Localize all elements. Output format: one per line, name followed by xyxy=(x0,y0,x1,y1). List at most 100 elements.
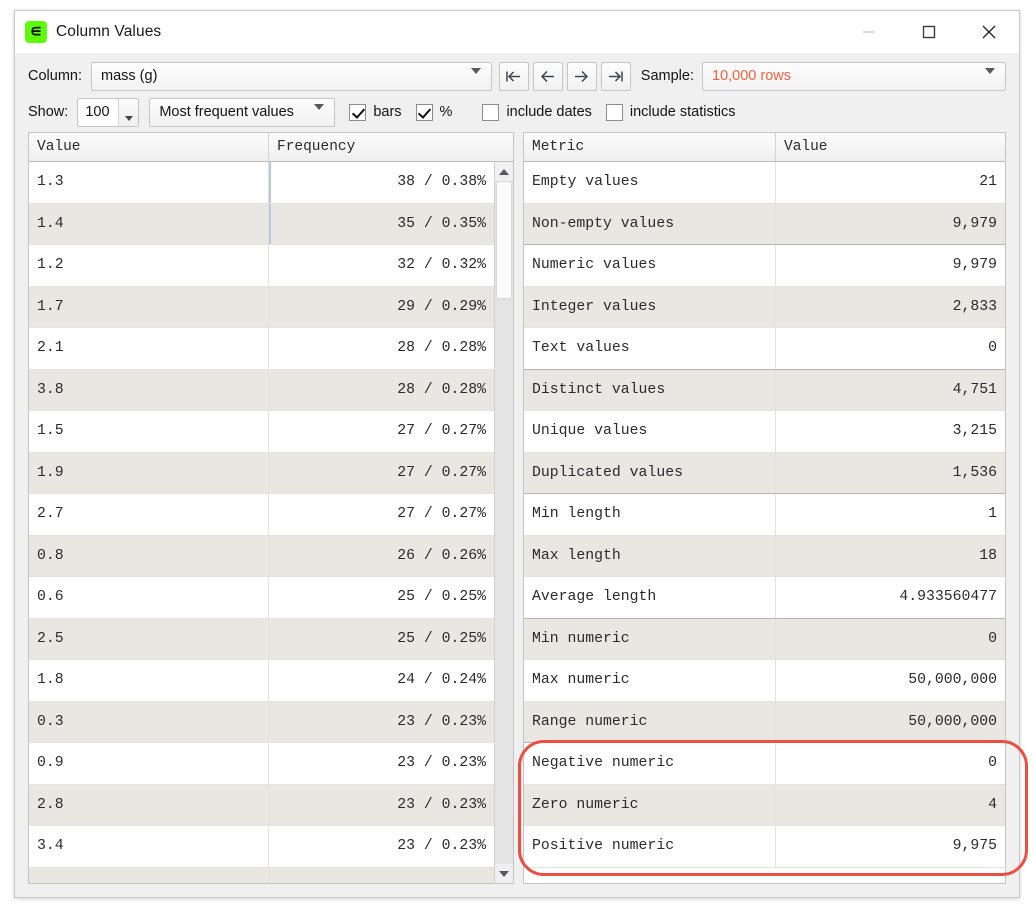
cell-metric-value: 4,751 xyxy=(775,369,1005,410)
table-row[interactable]: 3.4 23 / 0.23% xyxy=(29,826,494,868)
go-to-last-button[interactable] xyxy=(600,61,631,91)
table-row[interactable]: Negative numeric 0 xyxy=(524,743,1005,785)
maximize-button[interactable] xyxy=(899,11,959,53)
cell-metric-value: 2,833 xyxy=(775,286,1005,327)
cell-metric: Max length xyxy=(532,547,621,564)
cell-frequency: 28 / 0.28% xyxy=(268,328,494,369)
table-row[interactable]: 1.2 32 / 0.32% xyxy=(29,245,494,287)
cell-frequency-text: 25 / 0.25% xyxy=(397,589,486,606)
cell-frequency: 23 / 0.23% xyxy=(268,784,494,825)
table-row[interactable]: Numeric values 9,979 xyxy=(524,245,1005,287)
scrollbar-track[interactable] xyxy=(495,181,513,864)
table-row[interactable]: 2.8 23 / 0.23% xyxy=(29,784,494,826)
window-title-bar: ∊ Column Values xyxy=(15,11,1019,53)
include-dates-checkbox[interactable]: include dates xyxy=(482,103,592,121)
metrics-header-metric[interactable]: Metric xyxy=(524,133,775,161)
table-row[interactable]: 0.3 23 / 0.23% xyxy=(29,701,494,743)
table-row[interactable]: Duplicated values 1,536 xyxy=(524,452,1005,494)
table-row[interactable]: 1.8 24 / 0.24% xyxy=(29,660,494,702)
table-row[interactable]: 1.9 27 / 0.27% xyxy=(29,452,494,494)
values-table-body: 1.3 38 / 0.38% 1.4 35 / 0.35% 1.2 32 / 0.32% 1… xyxy=(29,162,494,883)
table-row[interactable]: Max length 18 xyxy=(524,535,1005,577)
cell-frequency: 24 / 0.24% xyxy=(268,660,494,701)
window-controls xyxy=(839,11,1019,53)
table-row[interactable]: 1.3 38 / 0.38% xyxy=(29,162,494,204)
table-row[interactable]: 2.1 28 / 0.28% xyxy=(29,328,494,370)
values-header-value[interactable]: Value xyxy=(29,133,268,161)
show-count-input[interactable]: 100 xyxy=(78,99,118,126)
cell-metric: Zero numeric xyxy=(532,796,639,813)
column-select[interactable]: mass (g) xyxy=(91,61,492,91)
scroll-up-button[interactable] xyxy=(495,162,513,181)
cell-frequency: 28 / 0.28% xyxy=(268,369,494,410)
table-row[interactable]: 1.7 29 / 0.29% xyxy=(29,286,494,328)
app-icon-glyph: ∊ xyxy=(29,21,43,42)
values-table-scrollbar[interactable] xyxy=(494,162,513,883)
table-row[interactable] xyxy=(29,867,494,884)
cell-metric: Positive numeric xyxy=(532,838,675,855)
table-row[interactable]: 2.5 25 / 0.25% xyxy=(29,618,494,660)
table-row[interactable]: Average length 4.933560477 xyxy=(524,577,1005,619)
scroll-up-icon xyxy=(499,168,509,175)
bars-checkbox[interactable]: bars xyxy=(349,103,402,121)
cell-metric: Text values xyxy=(532,340,630,357)
close-button[interactable] xyxy=(959,11,1019,53)
cell-frequency-text: 25 / 0.25% xyxy=(397,630,486,647)
table-row[interactable]: Empty values 21 xyxy=(524,162,1005,204)
cell-value: 1.4 xyxy=(37,215,64,232)
cell-frequency: 25 / 0.25% xyxy=(268,577,494,618)
table-row[interactable]: Unique values 3,215 xyxy=(524,411,1005,453)
go-to-next-button[interactable] xyxy=(566,61,597,91)
values-header-frequency[interactable]: Frequency xyxy=(268,133,494,161)
include-statistics-checkbox[interactable]: include statistics xyxy=(605,103,735,121)
scroll-down-icon xyxy=(499,870,509,877)
table-row[interactable]: 1.5 27 / 0.27% xyxy=(29,411,494,453)
table-row[interactable]: 0.6 25 / 0.25% xyxy=(29,577,494,619)
minimize-button[interactable] xyxy=(839,11,899,53)
cell-frequency: 26 / 0.26% xyxy=(268,535,494,576)
cell-frequency-text: 23 / 0.23% xyxy=(397,713,486,730)
show-count-stepper[interactable]: 100 xyxy=(77,97,140,127)
cell-value: 2.1 xyxy=(37,340,64,357)
sample-select[interactable]: 10,000 rows xyxy=(702,61,1006,91)
cell-value xyxy=(29,868,268,884)
content-area: Value Frequency 1.3 38 / 0.38% 1.4 35 / 0.3… xyxy=(15,132,1028,897)
table-row[interactable]: Integer values 2,833 xyxy=(524,286,1005,328)
cell-frequency-text: 27 / 0.27% xyxy=(397,423,486,440)
cell-metric: Empty values xyxy=(532,174,639,191)
values-table: Value Frequency 1.3 38 / 0.38% 1.4 35 / 0.3… xyxy=(28,132,514,884)
toolbar-row-column: Column: mass (g) Sample: 10,000 rows xyxy=(28,61,1006,91)
table-row[interactable]: 0.9 23 / 0.23% xyxy=(29,743,494,785)
table-row[interactable]: 0.8 26 / 0.26% xyxy=(29,535,494,577)
sample-label: Sample: xyxy=(640,68,694,84)
triangle-down-icon xyxy=(124,116,133,122)
table-row[interactable]: 2.7 27 / 0.27% xyxy=(29,494,494,536)
checkbox-box xyxy=(605,103,623,121)
table-row[interactable]: Non-empty values 9,979 xyxy=(524,203,1005,245)
cell-frequency-text: 24 / 0.24% xyxy=(397,672,486,689)
cell-frequency: 27 / 0.27% xyxy=(268,494,494,535)
table-row[interactable]: Max numeric 50,000,000 xyxy=(524,660,1005,702)
metrics-header-value[interactable]: Value xyxy=(775,133,1005,161)
go-to-previous-button[interactable] xyxy=(532,61,563,91)
scroll-down-button[interactable] xyxy=(495,864,513,883)
go-to-first-button[interactable] xyxy=(498,61,529,91)
cell-value: 1.8 xyxy=(37,672,64,689)
table-row[interactable]: Positive numeric 9,975 xyxy=(524,826,1005,868)
table-row[interactable]: Range numeric 50,000,000 xyxy=(524,701,1005,743)
stepper-down-button[interactable] xyxy=(119,112,138,126)
table-row[interactable]: Zero numeric 4 xyxy=(524,784,1005,826)
value-mode-select[interactable]: Most frequent values xyxy=(149,97,336,127)
table-row[interactable]: Min length 1 xyxy=(524,494,1005,536)
percent-checkbox[interactable]: % xyxy=(415,103,452,121)
table-row[interactable]: Distinct values 4,751 xyxy=(524,369,1005,411)
stepper-up-button[interactable] xyxy=(119,99,138,113)
table-row[interactable]: 3.8 28 / 0.28% xyxy=(29,369,494,411)
table-row[interactable]: Text values 0 xyxy=(524,328,1005,370)
table-row[interactable]: Min numeric 0 xyxy=(524,618,1005,660)
cell-metric: Max numeric xyxy=(532,672,630,689)
scrollbar-thumb[interactable] xyxy=(496,181,512,299)
table-row[interactable]: 1.4 35 / 0.35% xyxy=(29,203,494,245)
cell-frequency: 23 / 0.23% xyxy=(268,701,494,742)
cell-metric-value: 9,979 xyxy=(775,203,1005,244)
